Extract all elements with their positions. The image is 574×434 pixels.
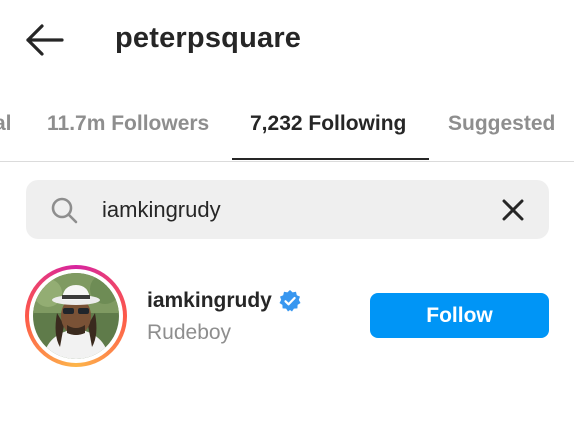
tab-following[interactable]: 7,232 Following [250, 112, 406, 136]
avatar [33, 273, 119, 359]
story-ring[interactable] [25, 265, 127, 367]
search-bar[interactable]: iamkingrudy [26, 180, 549, 239]
full-name: Rudeboy [147, 321, 232, 344]
tab-mutual[interactable]: al [0, 112, 12, 136]
arrow-left-icon[interactable] [22, 22, 66, 58]
follow-button[interactable]: Follow [370, 293, 549, 338]
active-tab-indicator [232, 158, 429, 160]
username-row: iamkingrudy [147, 289, 302, 313]
tab-followers[interactable]: 11.7m Followers [47, 112, 209, 136]
search-icon [51, 197, 78, 224]
username[interactable]: iamkingrudy [147, 289, 272, 313]
search-input[interactable]: iamkingrudy [102, 197, 221, 223]
top-bar: peterpsquare [0, 0, 574, 80]
follow-tabs: al 11.7m Followers 7,232 Following Sugge… [0, 92, 574, 162]
tab-suggested[interactable]: Suggested [448, 112, 555, 136]
verified-badge-icon [279, 290, 301, 312]
list-item[interactable]: iamkingrudy Rudeboy Follow [0, 262, 574, 368]
close-icon[interactable] [499, 196, 527, 224]
page-title: peterpsquare [115, 22, 302, 54]
